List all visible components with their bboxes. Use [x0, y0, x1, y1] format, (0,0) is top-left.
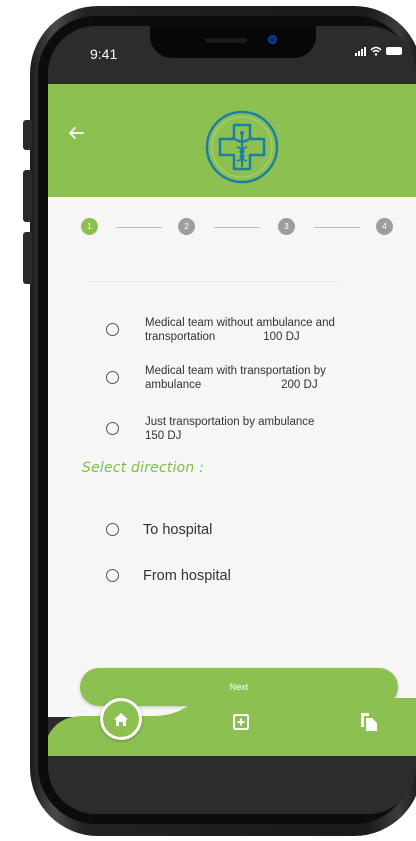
signal-icon: [355, 46, 366, 56]
divider: [88, 281, 338, 282]
step-2[interactable]: 2: [178, 218, 195, 235]
step-connector: [314, 227, 360, 228]
direction-option-to-hospital[interactable]: To hospital: [106, 521, 212, 539]
radio-button[interactable]: [106, 422, 119, 435]
add-box-icon[interactable]: [233, 714, 249, 730]
app-header: [48, 84, 416, 197]
app-screen: 9:41 1 2 3 4 Medical team without ambula…: [48, 26, 416, 814]
speaker-grille: [205, 38, 247, 43]
service-option-3[interactable]: Just transportation by ambulance 150 DJ: [106, 416, 314, 443]
step-connector: [214, 227, 260, 228]
front-camera: [268, 35, 277, 44]
step-4[interactable]: 4: [376, 218, 393, 235]
step-1[interactable]: 1: [81, 218, 98, 235]
radio-button[interactable]: [106, 523, 119, 536]
status-time: 9:41: [90, 46, 118, 62]
stepper: 1 2 3 4: [48, 197, 416, 259]
phone-volume-down: [23, 232, 32, 284]
phone-mute-switch: [23, 120, 32, 150]
nav-home-button[interactable]: [100, 698, 142, 740]
wifi-icon: [370, 46, 382, 56]
medical-caduceus-logo: [205, 110, 279, 184]
step-connector: [116, 227, 162, 228]
back-button[interactable]: [68, 118, 98, 146]
radio-button[interactable]: [106, 569, 119, 582]
bottom-nav: [48, 694, 416, 756]
direction-option-label: From hospital: [143, 568, 231, 584]
direction-option-label: To hospital: [143, 522, 213, 538]
step-3[interactable]: 3: [278, 218, 295, 235]
device-bottom-area: [48, 756, 416, 814]
radio-button[interactable]: [106, 371, 119, 384]
copy-icon[interactable]: [360, 712, 378, 732]
battery-icon: [386, 47, 402, 55]
service-option-label: Medical team with transportation by ambu…: [145, 365, 326, 391]
status-icons: [355, 46, 402, 56]
direction-option-from-hospital[interactable]: From hospital: [106, 567, 231, 585]
arrow-left-icon: [69, 127, 84, 139]
select-direction-title: Select direction :: [82, 460, 205, 476]
service-option-label: Medical team without ambulance and trans…: [145, 317, 335, 343]
service-option-1[interactable]: Medical team without ambulance and trans…: [106, 317, 335, 344]
service-option-2[interactable]: Medical team with transportation by ambu…: [106, 365, 326, 392]
radio-button[interactable]: [106, 323, 119, 336]
content-area: 1 2 3 4 Medical team without ambulance a…: [48, 197, 416, 717]
home-icon: [114, 712, 128, 726]
service-option-label: Just transportation by ambulance 150 DJ: [145, 416, 315, 442]
notch: [150, 26, 316, 58]
phone-volume-up: [23, 170, 32, 222]
